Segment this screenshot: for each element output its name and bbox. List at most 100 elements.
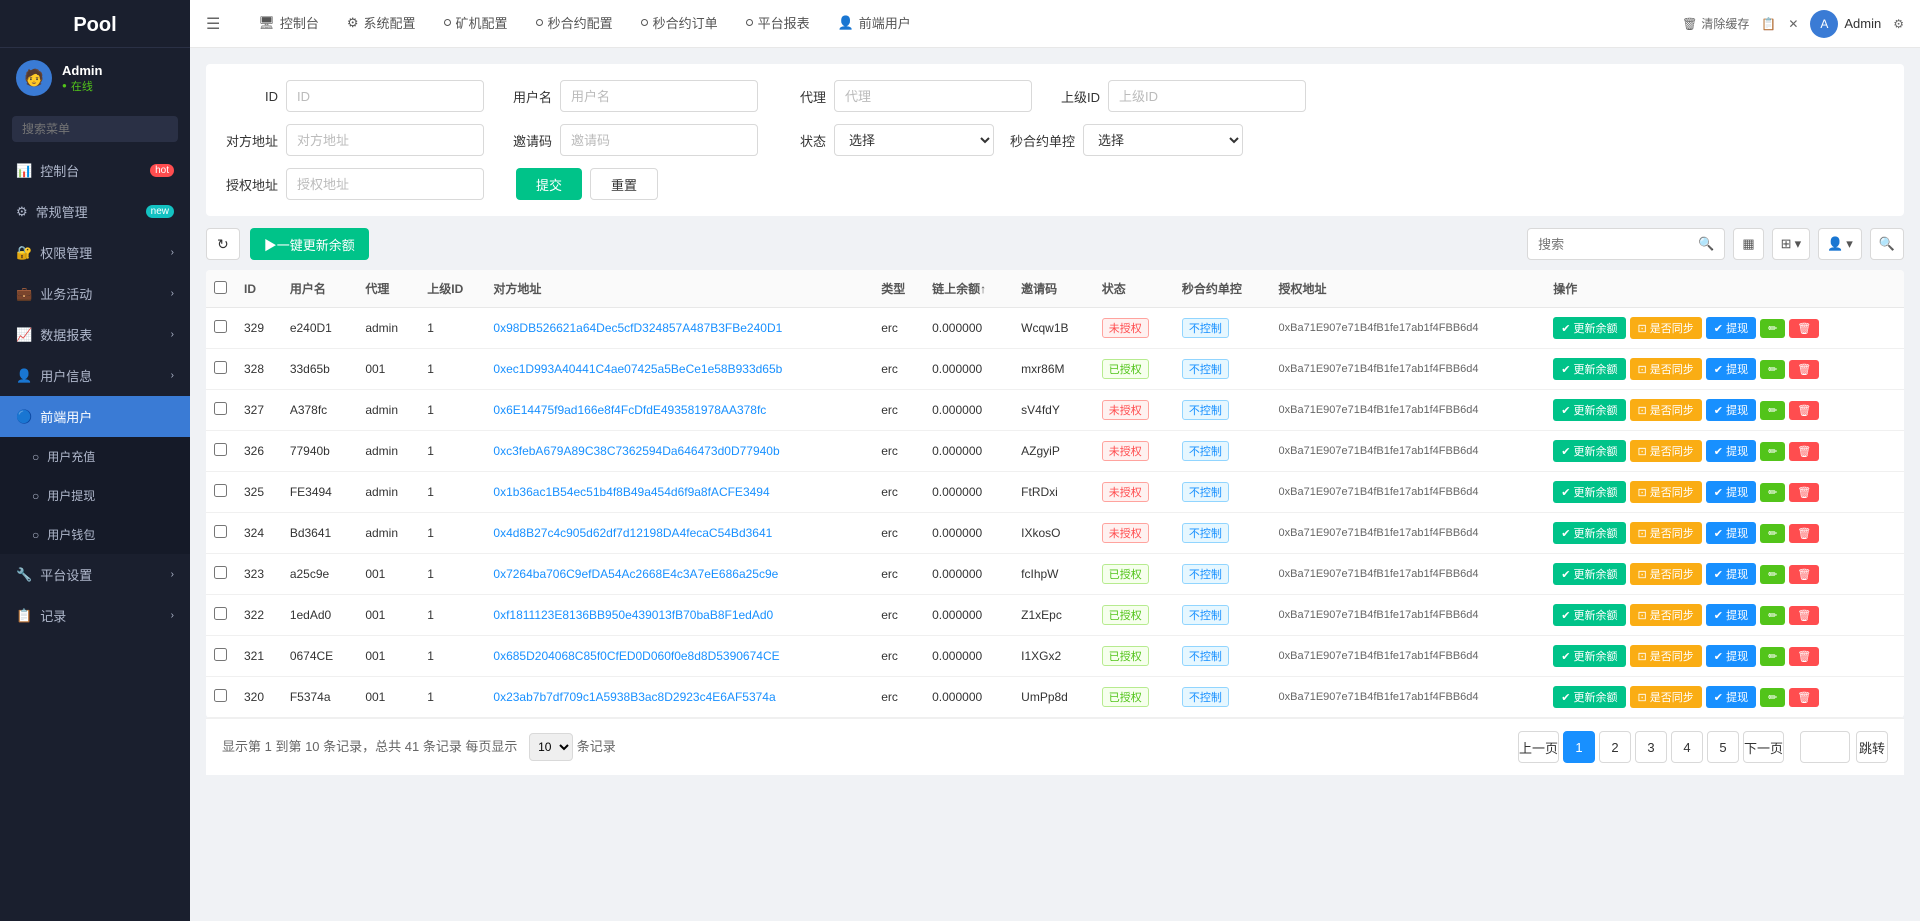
page-btn-5[interactable]: 5	[1707, 731, 1739, 763]
sync-btn[interactable]: ⊡ 是否同步	[1630, 317, 1702, 339]
update-balance-btn[interactable]: ✔ 更新余额	[1553, 481, 1625, 503]
edit-btn[interactable]: ✏	[1760, 360, 1785, 379]
address-link[interactable]: 0x6E14475f9ad166e8f4FcDfdE493581978AA378…	[493, 403, 766, 417]
contract-badge[interactable]: 不控制	[1182, 687, 1229, 707]
sync-btn[interactable]: ⊡ 是否同步	[1630, 440, 1702, 462]
grid-layout-btn[interactable]: ⊞ ▾	[1772, 228, 1810, 260]
contract-badge[interactable]: 不控制	[1182, 523, 1229, 543]
search-input[interactable]	[1538, 237, 1698, 252]
update-balance-btn[interactable]: ✔ 更新余额	[1553, 358, 1625, 380]
page-size-select[interactable]: 10 20 50	[529, 733, 573, 761]
delete-btn[interactable]: 🗑	[1789, 442, 1819, 461]
sidebar-item-user-recharge[interactable]: ○ 用户充值	[0, 437, 190, 476]
status-select[interactable]: 选择 已授权 未授权	[834, 124, 994, 156]
row-checkbox[interactable]	[214, 402, 227, 415]
contract-badge[interactable]: 不控制	[1182, 482, 1229, 502]
address-link[interactable]: 0x1b36ac1B54ec51b4f8B49a454d6f9a8fACFE34…	[493, 485, 769, 499]
update-balance-btn[interactable]: ✔ 更新余额	[1553, 563, 1625, 585]
delete-btn[interactable]: 🗑	[1789, 565, 1819, 584]
row-checkbox[interactable]	[214, 689, 227, 702]
address-link[interactable]: 0x23ab7b7df709c1A5938B3ac8D2923c4E6AF537…	[493, 690, 775, 704]
withdraw-btn[interactable]: ✔ 提现	[1706, 645, 1756, 667]
column-layout-btn[interactable]: ▦	[1733, 228, 1763, 260]
delete-btn[interactable]: 🗑	[1789, 401, 1819, 420]
page-btn-4[interactable]: 4	[1671, 731, 1703, 763]
sidebar-item-permission[interactable]: 🔐 权限管理 ›	[0, 232, 190, 273]
sidebar-item-frontend-user[interactable]: 🔵 前端用户	[0, 396, 190, 437]
delete-btn[interactable]: 🗑	[1789, 483, 1819, 502]
edit-btn[interactable]: ✏	[1760, 483, 1785, 502]
sync-btn[interactable]: ⊡ 是否同步	[1630, 522, 1702, 544]
sidebar-search-input[interactable]	[12, 116, 178, 142]
contract-badge[interactable]: 不控制	[1182, 605, 1229, 625]
page-btn-2[interactable]: 2	[1599, 731, 1631, 763]
edit-btn[interactable]: ✏	[1760, 442, 1785, 461]
sync-btn[interactable]: ⊡ 是否同步	[1630, 645, 1702, 667]
reset-button[interactable]: 重置	[590, 168, 658, 200]
nav-item-console[interactable]: 🖥 控制台	[244, 0, 333, 48]
withdraw-btn[interactable]: ✔ 提现	[1706, 399, 1756, 421]
delete-btn[interactable]: 🗑	[1789, 319, 1819, 338]
sidebar-search-box[interactable]	[0, 108, 190, 150]
withdraw-btn[interactable]: ✔ 提现	[1706, 686, 1756, 708]
sidebar-item-user-wallet[interactable]: ○ 用户钱包	[0, 515, 190, 554]
edit-btn[interactable]: ✏	[1760, 565, 1785, 584]
parent-id-input[interactable]	[1108, 80, 1306, 112]
nav-item-contract-order[interactable]: 秒合约订单	[627, 0, 732, 48]
edit-btn[interactable]: ✏	[1760, 688, 1785, 707]
update-balance-btn[interactable]: ✔ 更新余额	[1553, 440, 1625, 462]
row-checkbox[interactable]	[214, 484, 227, 497]
address-link[interactable]: 0xf1811123E8136BB950e439013fB70baB8F1edA…	[493, 608, 773, 622]
sync-btn[interactable]: ⊡ 是否同步	[1630, 686, 1702, 708]
sidebar-item-user-withdraw[interactable]: ○ 用户提现	[0, 476, 190, 515]
address-link[interactable]: 0xc3febA679A89C38C7362594Da646473d0D7794…	[493, 444, 779, 458]
address-link[interactable]: 0x7264ba706C9efDA54Ac2668E4c3A7eE686a25c…	[493, 567, 778, 581]
address-link[interactable]: 0x685D204068C85f0CfED0D060f0e8d8D5390674…	[493, 649, 779, 663]
row-checkbox[interactable]	[214, 648, 227, 661]
search-icon-btn[interactable]: 🔍	[1870, 228, 1904, 260]
row-checkbox[interactable]	[214, 320, 227, 333]
edit-btn[interactable]: ✏	[1760, 401, 1785, 420]
contract-single-select[interactable]: 选择	[1083, 124, 1243, 156]
refresh-button[interactable]: ↻	[206, 228, 240, 260]
sidebar-item-business[interactable]: 💼 业务活动 ›	[0, 273, 190, 314]
update-balance-btn[interactable]: ✔ 更新余额	[1553, 686, 1625, 708]
row-checkbox[interactable]	[214, 361, 227, 374]
withdraw-btn[interactable]: ✔ 提现	[1706, 317, 1756, 339]
row-checkbox[interactable]	[214, 566, 227, 579]
row-checkbox[interactable]	[214, 525, 227, 538]
edit-btn[interactable]: ✏	[1760, 319, 1785, 338]
contract-badge[interactable]: 不控制	[1182, 318, 1229, 338]
update-balance-btn[interactable]: ✔ 更新余额	[1553, 317, 1625, 339]
sidebar-item-data-report[interactable]: 📈 数据报表 ›	[0, 314, 190, 355]
contract-badge[interactable]: 不控制	[1182, 400, 1229, 420]
delete-btn[interactable]: 🗑	[1789, 524, 1819, 543]
sync-btn[interactable]: ⊡ 是否同步	[1630, 358, 1702, 380]
delete-btn[interactable]: 🗑	[1789, 360, 1819, 379]
withdraw-btn[interactable]: ✔ 提现	[1706, 358, 1756, 380]
address-link[interactable]: 0x4d8B27c4c905d62df7d12198DA4fecaC54Bd36…	[493, 526, 772, 540]
sync-btn[interactable]: ⊡ 是否同步	[1630, 399, 1702, 421]
update-balance-btn[interactable]: ✔ 更新余额	[1553, 645, 1625, 667]
edit-btn[interactable]: ✏	[1760, 647, 1785, 666]
contract-badge[interactable]: 不控制	[1182, 359, 1229, 379]
update-balance-btn[interactable]: ✔ 更新余额	[1553, 399, 1625, 421]
username-input[interactable]	[560, 80, 758, 112]
user-layout-btn[interactable]: 👤 ▾	[1818, 228, 1862, 260]
page-jump-input[interactable]	[1800, 731, 1850, 763]
edit-btn[interactable]: ✏	[1760, 606, 1785, 625]
withdraw-btn[interactable]: ✔ 提现	[1706, 522, 1756, 544]
sync-btn[interactable]: ⊡ 是否同步	[1630, 604, 1702, 626]
edit-btn[interactable]: ✏	[1760, 524, 1785, 543]
clear-cache-btn[interactable]: 🗑 清除缓存	[1682, 15, 1749, 32]
sidebar-item-logs[interactable]: 📋 记录 ›	[0, 595, 190, 636]
update-balance-btn[interactable]: ✔ 更新余额	[1553, 604, 1625, 626]
contract-badge[interactable]: 不控制	[1182, 564, 1229, 584]
sidebar-item-user-info[interactable]: 👤 用户信息 ›	[0, 355, 190, 396]
page-btn-1[interactable]: 1	[1563, 731, 1595, 763]
contract-badge[interactable]: 不控制	[1182, 441, 1229, 461]
contract-badge[interactable]: 不控制	[1182, 646, 1229, 666]
search-box[interactable]: 🔍	[1527, 228, 1725, 260]
update-all-button[interactable]: ▶一键更新余额	[250, 228, 369, 260]
nav-item-miner-config[interactable]: 矿机配置	[430, 0, 522, 48]
